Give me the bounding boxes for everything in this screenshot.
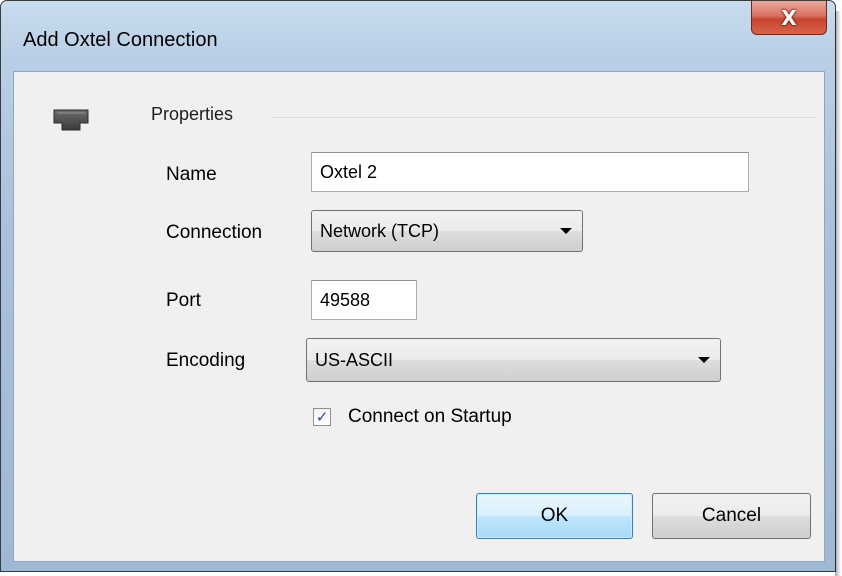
ok-button[interactable]: OK: [476, 493, 633, 539]
port-label: Port: [166, 290, 201, 311]
encoding-select-value: US-ASCII: [315, 349, 394, 370]
connection-label: Connection: [166, 222, 263, 243]
chevron-down-icon: [698, 357, 710, 363]
dialog-window: Add Oxtel Connection X Properties Name O…: [0, 0, 841, 576]
connect-on-startup-label[interactable]: Connect on Startup: [348, 406, 512, 428]
window-title: Add Oxtel Connection: [23, 29, 218, 51]
name-input-value: Oxtel 2: [320, 161, 378, 182]
network-plug-icon: [53, 109, 89, 131]
title-bar[interactable]: Add Oxtel Connection X: [1, 1, 835, 71]
close-icon: X: [781, 5, 797, 30]
name-label: Name: [166, 164, 217, 185]
connect-on-startup-checkbox[interactable]: ✓: [313, 408, 331, 426]
name-input[interactable]: Oxtel 2: [311, 152, 749, 192]
group-separator: [272, 117, 816, 118]
chevron-down-icon: [560, 228, 572, 234]
encoding-label: Encoding: [166, 350, 246, 371]
port-input[interactable]: 49588: [311, 280, 417, 320]
close-button[interactable]: X: [751, 1, 827, 35]
connection-select[interactable]: Network (TCP): [311, 210, 583, 252]
port-input-value: 49588: [320, 289, 371, 310]
connection-select-value: Network (TCP): [320, 220, 440, 241]
properties-group-label: Properties: [151, 104, 234, 124]
checkmark-icon: ✓: [315, 407, 329, 426]
dialog-content: Properties Name Oxtel 2 Connection Netwo…: [13, 71, 825, 562]
cancel-button[interactable]: Cancel: [652, 493, 811, 539]
encoding-select[interactable]: US-ASCII: [306, 338, 721, 382]
